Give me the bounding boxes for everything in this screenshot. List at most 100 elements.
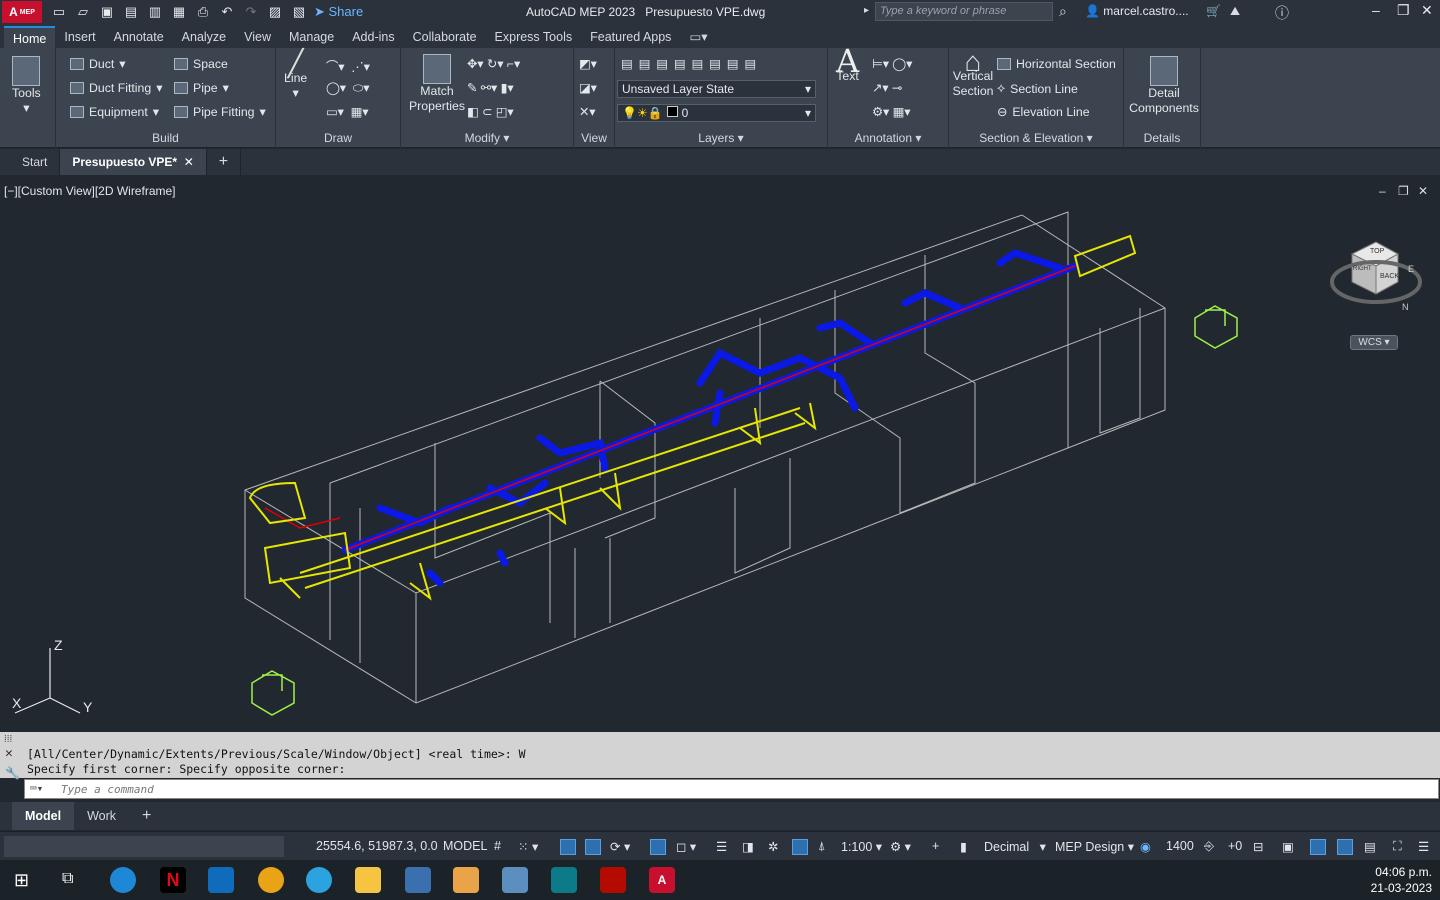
restore-icon[interactable]: ❐ <box>1397 2 1410 19</box>
layout-tab-model[interactable]: Model <box>12 802 75 830</box>
doc-tab-current[interactable]: Presupuesto VPE* ✕ <box>60 149 207 175</box>
netflix-icon[interactable]: N <box>160 867 186 893</box>
photos-icon[interactable] <box>502 867 528 893</box>
export-icon[interactable]: ▦ <box>170 4 188 20</box>
task-view-icon[interactable]: ⧉ <box>62 870 73 888</box>
circle-icon[interactable]: ◯▾ ⬭▾ <box>326 81 369 96</box>
units-dropdown[interactable]: Decimal ▾ <box>984 839 1046 854</box>
media-player-icon[interactable] <box>453 867 479 893</box>
help-icon[interactable]: ⓘ <box>1275 3 1289 23</box>
equipment-button[interactable]: Equipment ▾ <box>70 105 159 119</box>
fullscreen-icon[interactable]: ⛶ <box>1393 839 1402 854</box>
pipe-button[interactable]: Pipe ▾ <box>174 81 229 95</box>
modify-panel-label[interactable]: Modify ▾ <box>401 131 573 145</box>
open-icon[interactable]: ▱ <box>74 4 92 20</box>
isodraft-icon[interactable] <box>650 839 666 855</box>
dimension-icon[interactable]: ⊨▾ ◯▾ <box>872 57 912 71</box>
app-logo[interactable]: A MEP <box>2 1 42 23</box>
space-button[interactable]: Space <box>174 57 228 71</box>
match-properties-button[interactable]: Match Properties <box>407 54 467 114</box>
drawing-viewport[interactable]: [−][Custom View][2D Wireframe] – ❐ ✕ Z Y… <box>0 178 1440 730</box>
tab-featured-apps[interactable]: Featured Apps <box>581 26 680 48</box>
customize-icon[interactable]: 🔧 <box>5 766 20 780</box>
line-button[interactable]: ╱ Line ▾ <box>284 50 307 101</box>
viewcube[interactable]: TOP RIGHT BACK E N <box>1326 236 1422 316</box>
polar-icon[interactable]: ⟳ ▾ <box>610 839 630 854</box>
auto-scale-icon[interactable] <box>792 839 808 855</box>
tools-button[interactable]: Tools ▾ <box>12 56 41 116</box>
view-tool-1-icon[interactable]: ◩▾ <box>579 57 597 71</box>
windows-start-icon[interactable]: ⊞ <box>14 870 29 891</box>
graphics-icon[interactable] <box>1337 839 1353 855</box>
annotation-panel-label[interactable]: Annotation ▾ <box>828 131 948 145</box>
duct-fitting-button[interactable]: Duct Fitting ▾ <box>70 81 162 95</box>
search-icon[interactable]: ⌕ <box>1059 3 1067 20</box>
elevation-line-button[interactable]: ⊖ Elevation Line <box>997 105 1090 119</box>
a360-icon[interactable]: ⛰ <box>1230 4 1240 19</box>
acrobat-icon[interactable] <box>600 867 626 893</box>
leader-icon[interactable]: ↗▾ ⊸ <box>872 81 902 95</box>
lineweight-icon[interactable]: ☰ <box>716 839 727 854</box>
plus-icon[interactable]: + <box>932 839 939 853</box>
text-button[interactable]: A Text <box>836 45 859 84</box>
tab-insert[interactable]: Insert <box>55 26 104 48</box>
new-tab-icon[interactable]: + <box>207 149 242 175</box>
ribbon-options-icon[interactable]: ▭▾ <box>680 26 716 48</box>
layer-tools-icon[interactable]: ▤▤▤▤▤▤▤▤ <box>621 57 762 71</box>
share-icon[interactable]: ➤ Share <box>314 4 363 20</box>
grid-icon[interactable]: # <box>494 839 501 853</box>
annotation-visibility-icon[interactable]: ✲ <box>768 839 778 854</box>
add-layout-icon[interactable]: + <box>129 802 164 830</box>
horizontal-section-button[interactable]: Horizontal Section <box>997 57 1116 71</box>
save-icon[interactable]: ▣ <box>98 4 116 20</box>
offset-value[interactable]: +0 <box>1228 839 1242 853</box>
properties-icon[interactable]: ▧ <box>290 4 308 20</box>
hardware-icon[interactable]: ▣ <box>1282 839 1294 854</box>
tab-manage[interactable]: Manage <box>280 26 343 48</box>
user-menu[interactable]: 👤 marcel.castro.... <box>1085 4 1189 18</box>
gear-icon[interactable]: ⚙ ▾ <box>890 839 911 854</box>
tab-express-tools[interactable]: Express Tools <box>486 26 582 48</box>
close-icon[interactable]: ✕ <box>184 155 194 169</box>
tab-analyze[interactable]: Analyze <box>173 26 235 48</box>
ortho-icon[interactable] <box>585 839 601 855</box>
layer-state-dropdown[interactable]: Unsaved Layer State ▾ <box>617 80 816 98</box>
elevation-icon[interactable]: ◉ <box>1140 839 1151 854</box>
transparency-icon[interactable]: ◨ <box>742 839 754 854</box>
section-panel-label[interactable]: Section & Elevation ▾ <box>949 131 1123 145</box>
duct-button[interactable]: Duct ▾ <box>70 57 125 71</box>
model-space-toggle[interactable]: MODEL <box>443 839 487 853</box>
layout-tab-work[interactable]: Work <box>74 802 129 830</box>
cart-icon[interactable]: 🛒 <box>1206 4 1221 18</box>
expand-icon[interactable]: ▸ <box>864 5 869 16</box>
move-icon[interactable]: ✥▾ ↻▾ ⌐▾ <box>467 57 520 71</box>
calculator-icon[interactable] <box>405 867 431 893</box>
model-drawing[interactable]: Z Y X <box>0 178 1440 730</box>
mail-icon[interactable] <box>208 867 234 893</box>
search-input[interactable]: Type a keyword or phrase <box>875 2 1053 21</box>
layers-panel-label[interactable]: Layers ▾ <box>615 131 827 145</box>
units-icon[interactable]: ▮ <box>960 839 967 854</box>
customize-menu-icon[interactable]: ☰ <box>1418 839 1429 854</box>
doc-tab-start[interactable]: Start <box>0 149 61 175</box>
redo-icon[interactable]: ↷ <box>242 4 260 20</box>
offset-icon[interactable]: ⎆ <box>1204 839 1214 854</box>
vertical-section-button[interactable]: ⌂ Vertical Section <box>949 48 997 99</box>
grip-icon[interactable]: ⁞⁞⁞ <box>4 734 12 745</box>
mirror-icon[interactable]: ◧ ⊂ ◰▾ <box>467 105 514 119</box>
infer-icon[interactable] <box>560 839 576 855</box>
command-prompt-icon[interactable]: ⌨▾ <box>30 782 43 795</box>
edge-icon[interactable] <box>110 867 136 893</box>
save-as-icon[interactable]: ▤ <box>122 4 140 20</box>
autocad-taskbar-icon[interactable]: A <box>649 867 675 893</box>
new-icon[interactable]: ▭ <box>50 4 68 20</box>
telegram-icon[interactable] <box>306 867 332 893</box>
view-tool-2-icon[interactable]: ◪▾ <box>579 81 597 95</box>
workspace-icon[interactable]: ▨ <box>266 4 284 20</box>
annotation-scale-icon[interactable]: ⍋ <box>818 839 826 854</box>
wcs-menu[interactable]: WCS ▾ <box>1350 335 1398 350</box>
clean-screen-icon[interactable]: ▤ <box>1364 839 1376 854</box>
command-input[interactable]: ⌨▾ Type a command <box>24 779 1439 799</box>
table-icon[interactable]: ⚙▾ ▦▾ <box>872 105 910 119</box>
minimize-icon[interactable]: – <box>1372 2 1380 18</box>
